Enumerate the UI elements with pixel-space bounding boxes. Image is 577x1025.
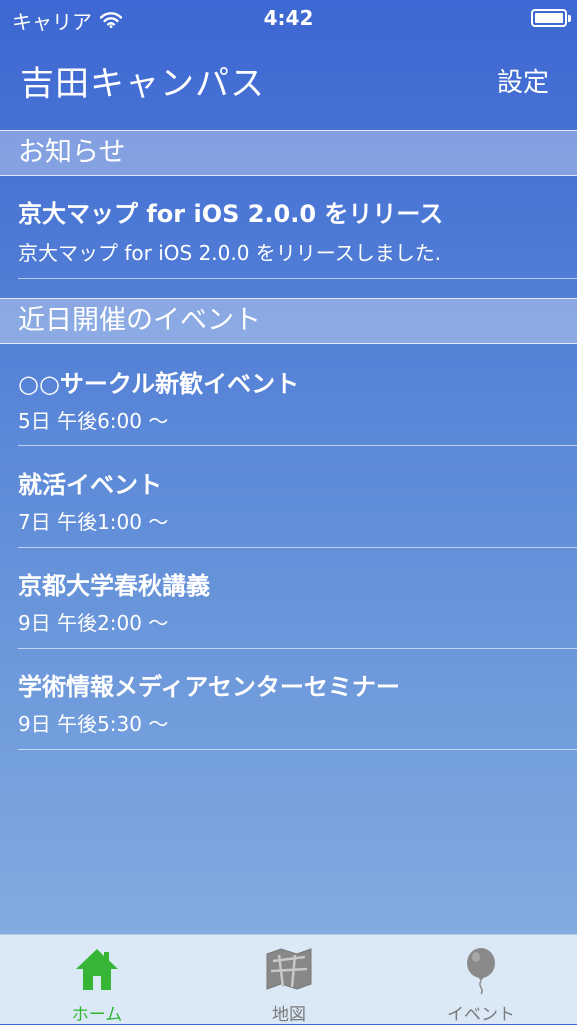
event-item[interactable]: 京都大学春秋講義 9日 午後2:00 〜 — [0, 547, 577, 649]
row-divider — [18, 749, 577, 750]
event-item-title: 京都大学春秋講義 — [18, 572, 210, 600]
battery-level — [535, 13, 563, 23]
status-time: 4:42 — [263, 6, 314, 30]
status-bar: キャリア 4:42 — [0, 0, 577, 38]
tab-home-label: ホーム — [71, 1005, 123, 1025]
home-icon — [74, 947, 120, 995]
event-item-title: 就活イベント — [18, 471, 162, 499]
news-item-title: 京大マップ for iOS 2.0.0 をリリース — [18, 200, 444, 228]
section-header-events: 近日開催のイベント — [0, 298, 577, 344]
news-item[interactable]: 京大マップ for iOS 2.0.0 をリリース 京大マップ for iOS … — [0, 176, 577, 280]
event-item-time: 9日 午後2:00 〜 — [18, 611, 169, 635]
section-header-news: お知らせ — [0, 130, 577, 176]
event-item-title: 学術情報メディアセンターセミナー — [18, 673, 400, 701]
tab-map[interactable]: 地図 — [193, 935, 385, 1025]
event-item-time: 9日 午後5:30 〜 — [18, 712, 169, 736]
news-item-subtitle: 京大マップ for iOS 2.0.0 をリリースしました. — [18, 241, 442, 265]
page-title: 吉田キャンパス — [20, 64, 265, 104]
tab-events-label: イベント — [447, 1005, 515, 1025]
navigation-bar: 吉田キャンパス 設定 — [0, 38, 577, 128]
balloon-icon — [464, 947, 498, 999]
tab-home[interactable]: ホーム — [1, 935, 193, 1025]
event-item[interactable]: ○○サークル新歓イベント 5日 午後6:00 〜 — [0, 344, 577, 446]
battery-icon — [531, 9, 571, 27]
tab-bar: ホーム 地図 イベント — [0, 934, 577, 1025]
map-icon — [265, 947, 313, 995]
tab-events[interactable]: イベント — [385, 935, 577, 1025]
event-item-title: ○○サークル新歓イベント — [18, 370, 300, 398]
event-item-time: 5日 午後6:00 〜 — [18, 409, 169, 433]
settings-button[interactable]: 設定 — [497, 62, 549, 99]
tab-map-label: 地図 — [272, 1005, 306, 1025]
row-divider — [18, 278, 577, 279]
event-item-time: 7日 午後1:00 〜 — [18, 510, 169, 534]
event-item[interactable]: 学術情報メディアセンターセミナー 9日 午後5:30 〜 — [0, 648, 577, 750]
event-item[interactable]: 就活イベント 7日 午後1:00 〜 — [0, 446, 577, 548]
